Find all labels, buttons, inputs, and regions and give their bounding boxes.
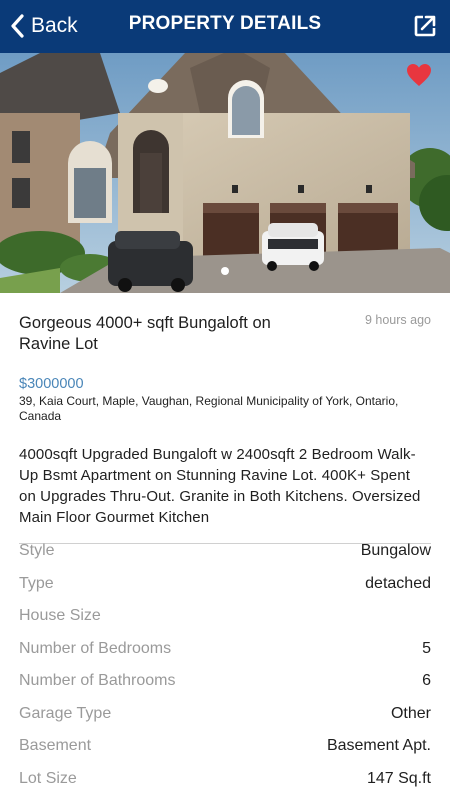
detail-value: 6	[422, 672, 431, 689]
heart-icon[interactable]	[406, 63, 432, 87]
property-details-list: Style Bungalow Type detached House Size …	[19, 536, 431, 796]
listing-info: Gorgeous 4000+ sqft Bungaloft on Ravine …	[19, 313, 431, 544]
detail-label: Number of Bathrooms	[19, 672, 176, 689]
listing-title: Gorgeous 4000+ sqft Bungaloft on Ravine …	[19, 314, 271, 353]
listing-description: 4000sqft Upgraded Bungaloft w 2400sqft 2…	[19, 446, 421, 526]
detail-row-lot-size: Lot Size 147 Sq.ft	[19, 764, 431, 797]
listing-address: 39, Kaia Court, Maple, Vaughan, Regional…	[19, 394, 399, 423]
page-title: PROPERTY DETAILS	[128, 13, 322, 34]
property-photo-carousel[interactable]	[0, 53, 450, 293]
detail-row-type: Type detached	[19, 569, 431, 602]
nav-bar: Back PROPERTY DETAILS	[0, 0, 450, 53]
external-link-icon[interactable]	[413, 14, 437, 38]
detail-label: House Size	[19, 607, 101, 624]
detail-row-style: Style Bungalow	[19, 536, 431, 569]
detail-value: Other	[390, 704, 431, 722]
detail-row-house-size: House Size	[19, 601, 431, 634]
detail-row-garage-type: Garage Type Other	[19, 699, 431, 732]
detail-value: detached	[365, 574, 431, 592]
listing-price: $3000000	[19, 376, 84, 392]
detail-row-bathrooms: Number of Bathrooms 6	[19, 666, 431, 699]
detail-label: Style	[19, 542, 55, 559]
detail-label: Garage Type	[19, 704, 112, 722]
detail-row-basement: Basement Basement Apt.	[19, 731, 431, 764]
posted-time: 9 hours ago	[364, 313, 431, 327]
detail-value: 147 Sq.ft	[366, 769, 431, 787]
detail-label: Type	[19, 574, 54, 592]
detail-value: 5	[422, 639, 431, 657]
detail-value: Bungalow	[360, 542, 431, 559]
detail-label: Number of Bedrooms	[19, 639, 172, 657]
detail-row-bedrooms: Number of Bedrooms 5	[19, 634, 431, 667]
detail-label: Lot Size	[19, 769, 77, 787]
property-photo	[0, 53, 450, 293]
carousel-page-indicator[interactable]	[221, 267, 229, 275]
detail-label: Basement	[19, 737, 92, 754]
detail-value: Basement Apt.	[326, 737, 431, 754]
